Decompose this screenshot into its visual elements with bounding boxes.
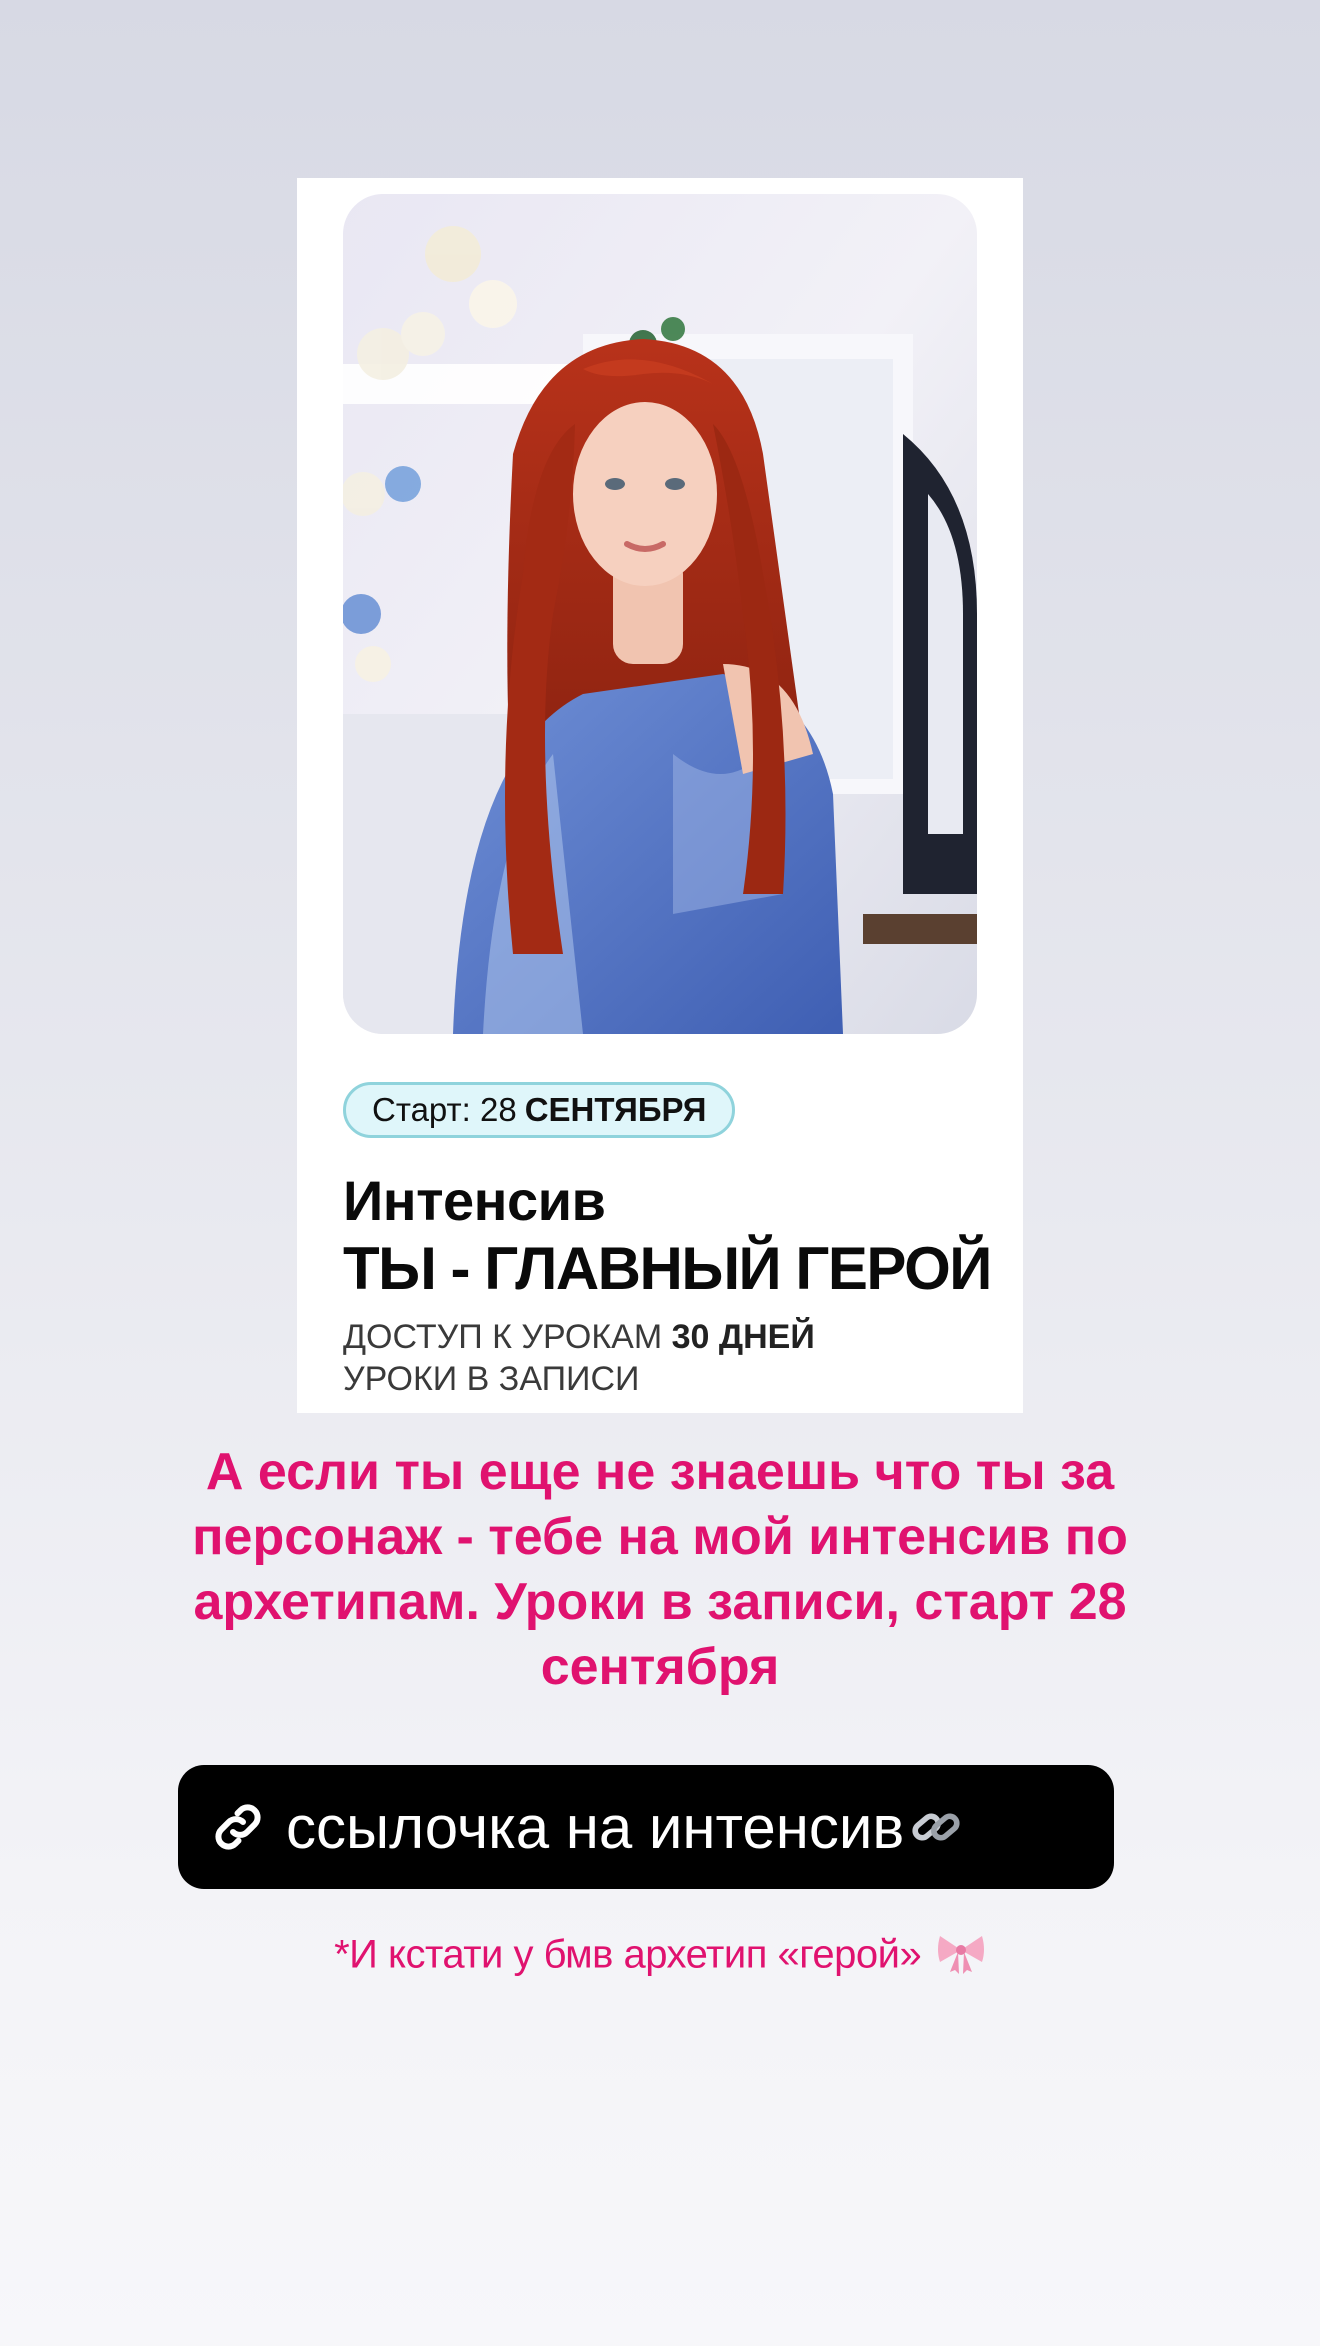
access-line: ДОСТУП К УРОКАМ 30 ДНЕЙ	[343, 1318, 815, 1357]
footnote: *И кстати у бмв архетип «герой»	[160, 1930, 1160, 1984]
lessons-note: УРОКИ В ЗАПИСИ	[343, 1360, 640, 1398]
course-type: Интенсив	[343, 1169, 606, 1232]
access-prefix: ДОСТУП К УРОКАМ	[343, 1318, 663, 1356]
link-icon	[208, 1797, 268, 1857]
badge-month: СЕНТЯБРЯ	[524, 1091, 707, 1128]
course-photo	[343, 194, 977, 1034]
link-emoji-icon	[908, 1799, 964, 1855]
access-days: 30 ДНЕЙ	[671, 1318, 815, 1356]
start-date-badge: Старт: 28 СЕНТЯБРЯ	[343, 1082, 736, 1138]
footnote-text: *И кстати у бмв архетип «герой»	[334, 1932, 922, 1977]
badge-prefix: Старт: 28	[372, 1091, 517, 1128]
course-title: ТЫ - ГЛАВНЫЙ ГЕРОЙ	[343, 1235, 992, 1302]
course-card: Старт: 28 СЕНТЯБРЯ Интенсив ТЫ - ГЛАВНЫЙ…	[297, 178, 1023, 1413]
ribbon-icon	[936, 1930, 986, 1984]
link-button-label: ссылочка на интенсив	[286, 1793, 905, 1861]
headline-text: А если ты еще не знаешь что ты за персон…	[192, 1443, 1128, 1696]
course-link-button[interactable]: ссылочка на интенсив	[178, 1765, 1114, 1889]
